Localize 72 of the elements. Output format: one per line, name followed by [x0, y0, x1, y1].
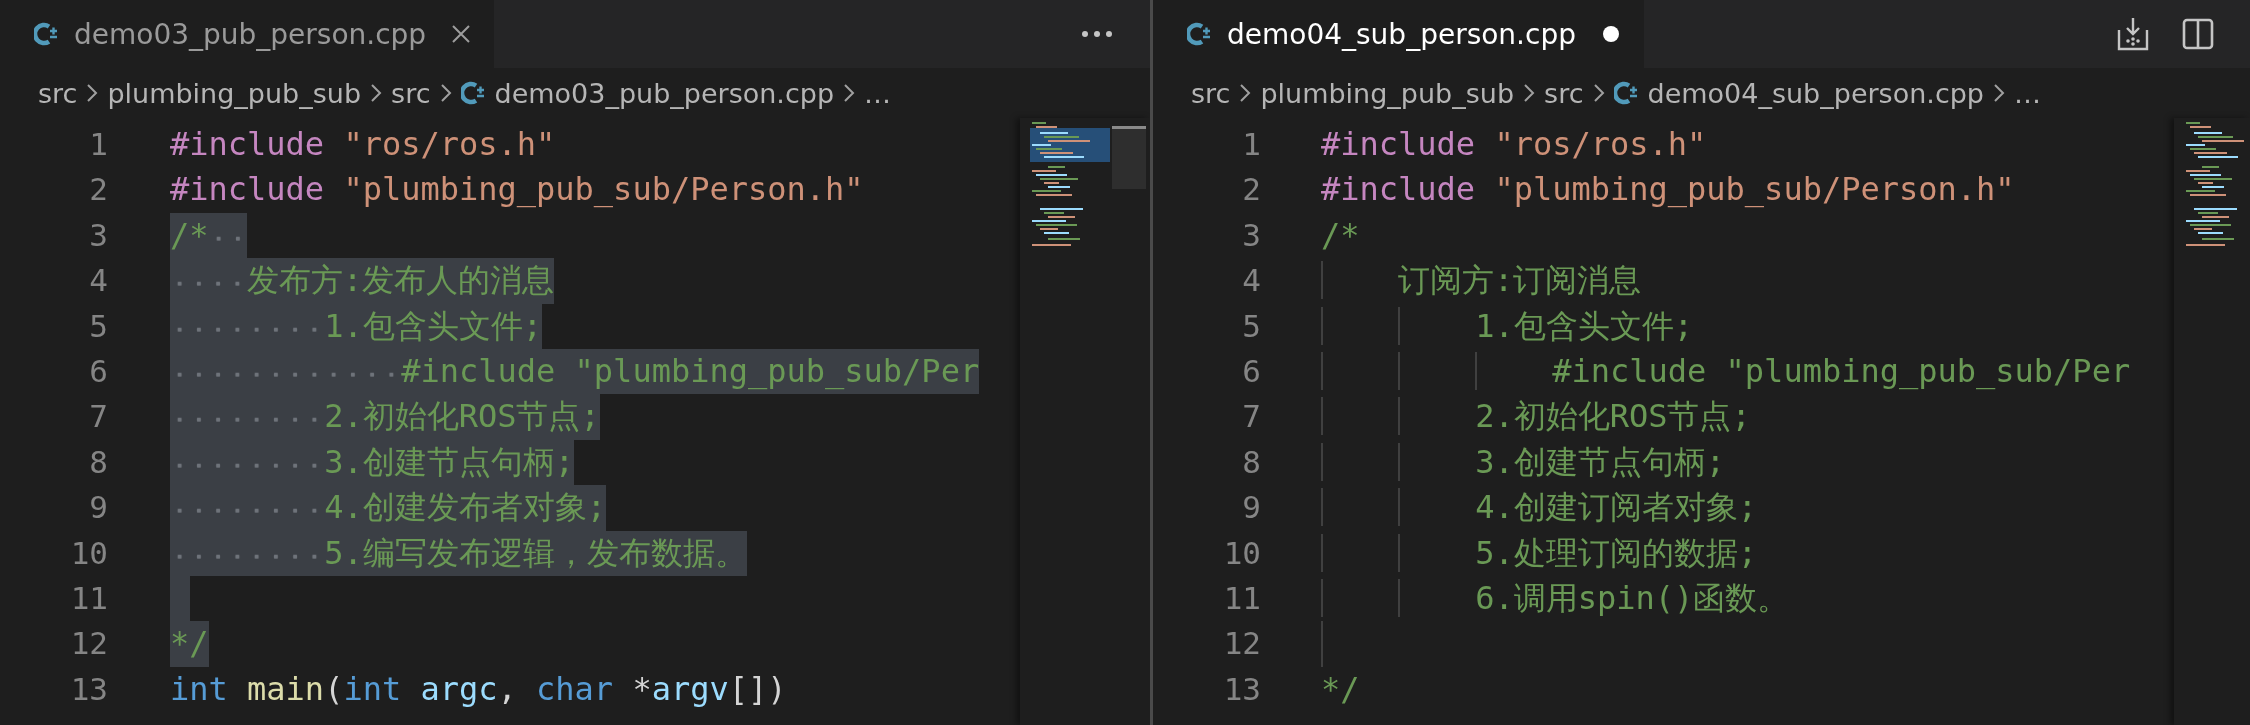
line-number: 6 — [1241, 351, 1261, 391]
breadcrumb-item[interactable]: … — [864, 77, 892, 109]
chevron-icon — [1591, 82, 1606, 104]
line-number: 12 — [69, 624, 108, 664]
line-number: 7 — [1241, 397, 1261, 437]
scrollbar-thumb[interactable] — [1112, 126, 1146, 189]
code-line: */ — [1321, 668, 1360, 710]
chevron-icon — [369, 82, 384, 104]
cpp-file-icon — [1613, 80, 1640, 106]
line-number: 7 — [88, 397, 108, 437]
cpp-file-icon — [34, 21, 60, 47]
line-number: 2 — [88, 170, 108, 210]
chevron-icon — [85, 82, 100, 104]
code-line: #include "plumbing_pub_sub/Person.h" — [170, 169, 864, 211]
line-number: 11 — [69, 578, 108, 618]
chevron-icon — [438, 82, 453, 104]
code-line: 4.创建订阅者对象; — [1321, 485, 1757, 531]
chevron-icon — [1238, 82, 1253, 104]
line-number: 8 — [1241, 442, 1261, 482]
line-number: 1 — [88, 125, 108, 164]
code-line: #include "plumbing_pub_sub/Per — [1321, 348, 2131, 395]
line-number: 3 — [1241, 215, 1261, 255]
breadcrumb-item[interactable]: plumbing_pub_sub — [107, 77, 362, 109]
line-number: 9 — [88, 488, 108, 528]
line-number: 10 — [69, 533, 108, 573]
breadcrumb-item[interactable]: … — [2014, 77, 2041, 109]
code-line: 6.调用spin()函数。 — [1321, 575, 1790, 622]
tab-label: demo04_sub_person.cpp — [1227, 17, 1576, 51]
chevron-icon — [1522, 82, 1537, 104]
line-number: 2 — [1241, 170, 1261, 210]
cpp-file-icon — [460, 80, 487, 106]
code-line: 2.初始化ROS节点; — [1321, 394, 1751, 440]
more-actions-icon[interactable] — [1080, 29, 1114, 39]
line-number: 5 — [1241, 306, 1261, 346]
split-editor-icon[interactable] — [2182, 18, 2214, 50]
editor-tab[interactable]: demo04_sub_person.cpp — [1153, 0, 1644, 68]
line-number: 8 — [88, 442, 108, 482]
code-line: 5.处理订阅的数据; — [1321, 530, 1757, 576]
close-icon[interactable] — [450, 23, 473, 45]
code-line: #include "ros/ros.h" — [1321, 124, 1707, 165]
cpp-file-icon — [1187, 21, 1213, 47]
line-number: 5 — [88, 306, 108, 346]
line-number: 13 — [1222, 669, 1261, 709]
breadcrumb-item[interactable]: plumbing_pub_sub — [1260, 77, 1515, 109]
code-line: #include "ros/ros.h" — [170, 124, 556, 165]
line-number: 4 — [1241, 261, 1261, 301]
breadcrumb-item[interactable]: src — [391, 77, 431, 109]
chevron-icon — [842, 82, 857, 104]
tab-label: demo03_pub_person.cpp — [74, 17, 427, 51]
code-line: int main(int argc, char *argv[]) — [170, 668, 787, 710]
line-number: 10 — [1222, 533, 1261, 573]
line-number: 3 — [88, 215, 108, 255]
line-number: 4 — [88, 261, 108, 301]
line-number: 12 — [1222, 624, 1261, 664]
line-number: 6 — [88, 351, 108, 391]
line-number: 1 — [1241, 125, 1261, 164]
code-line: 3.创建节点句柄; — [1321, 439, 1725, 486]
code-line: 订阅方:订阅消息 — [1321, 258, 1642, 304]
line-number: 9 — [1241, 488, 1261, 528]
breadcrumb-item[interactable]: src — [38, 77, 78, 109]
breadcrumb-item[interactable]: src — [1544, 77, 1584, 109]
breadcrumb-item[interactable]: src — [1191, 77, 1231, 109]
download-tray-icon[interactable] — [2116, 16, 2150, 52]
chevron-icon — [1992, 82, 2006, 104]
code-line: 1.包含头文件; — [1321, 303, 1693, 349]
breadcrumb-item[interactable]: demo03_pub_person.cpp — [494, 77, 835, 109]
code-line: #include "plumbing_pub_sub/Person.h" — [1321, 169, 2015, 211]
breadcrumb-item[interactable]: demo04_sub_person.cpp — [1647, 77, 1984, 109]
line-number: 13 — [69, 669, 108, 709]
line-number: 11 — [1222, 578, 1261, 618]
editor-tab[interactable]: demo03_pub_person.cpp — [0, 0, 495, 68]
code-line: /* — [1321, 214, 1360, 256]
